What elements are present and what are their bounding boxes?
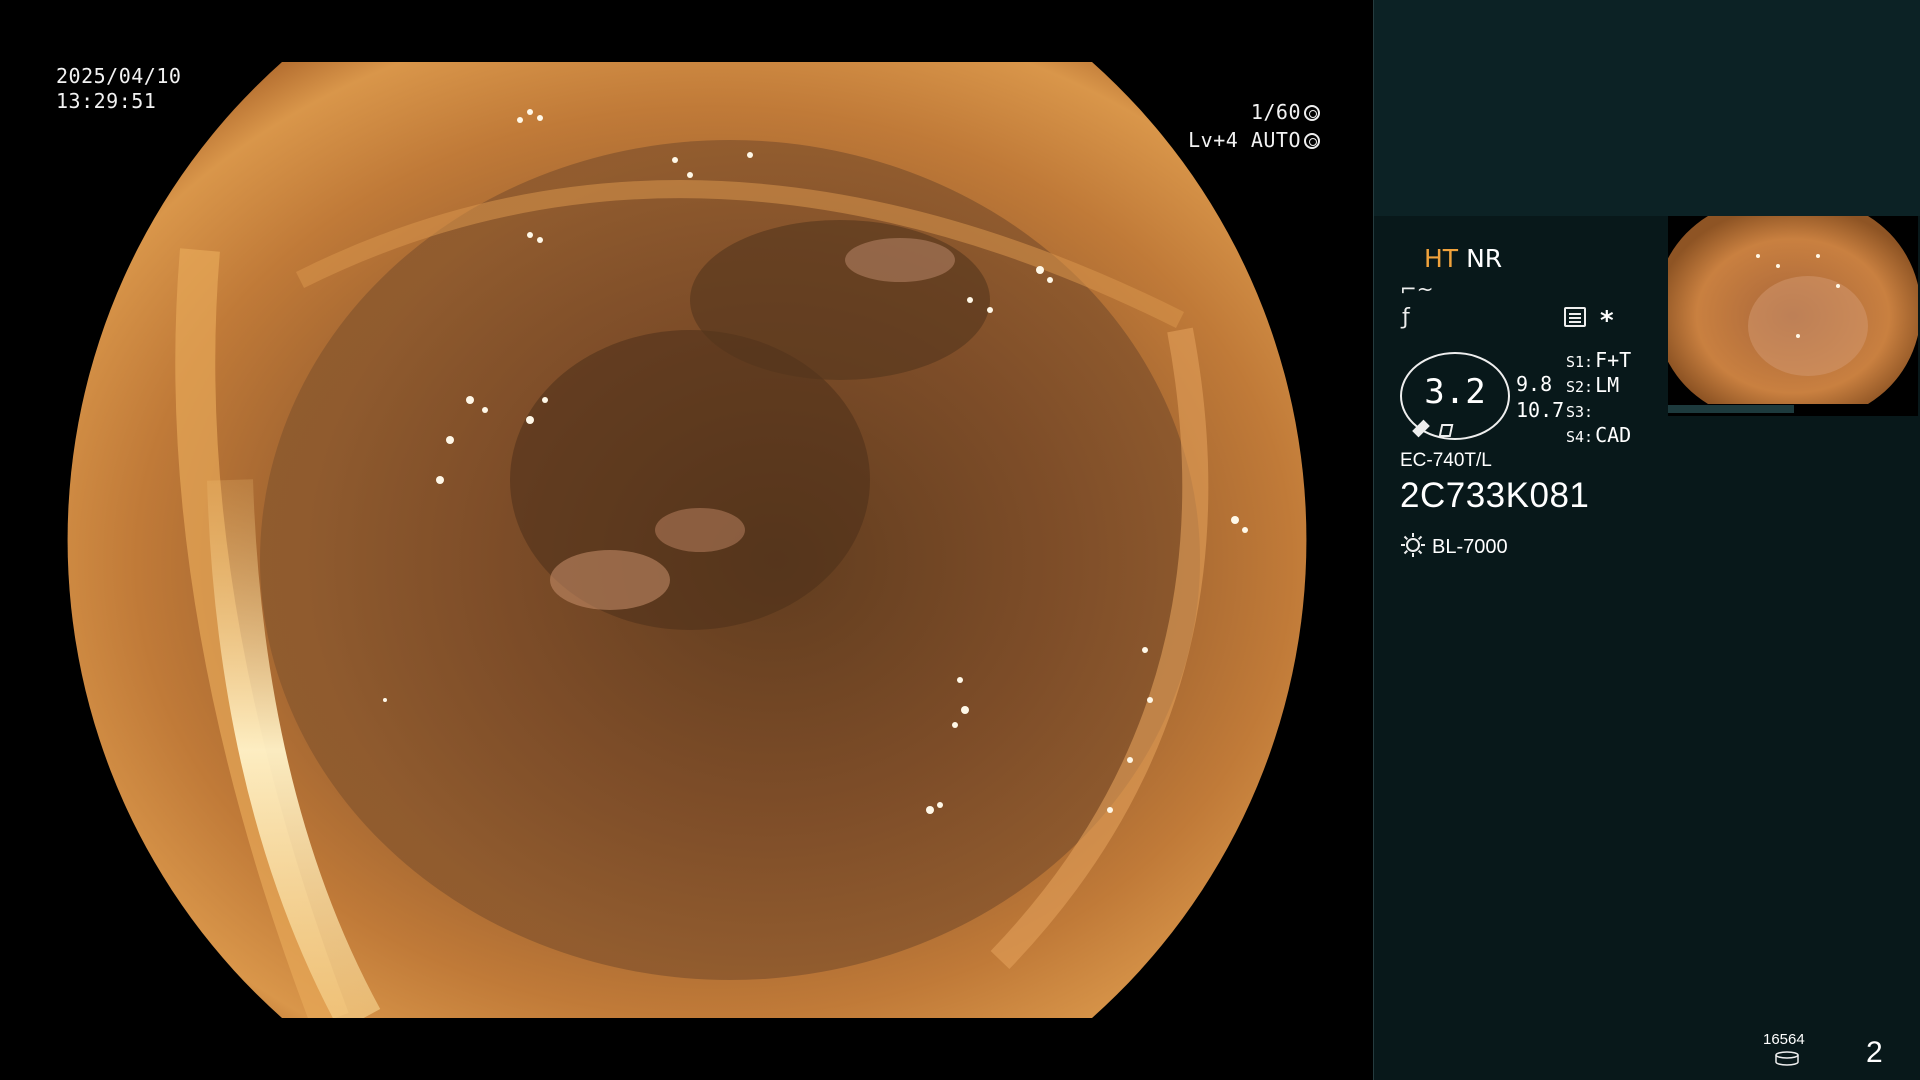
auto-iris-icon: [1304, 133, 1320, 149]
brightness-level: Lv+4: [1188, 128, 1239, 152]
setting-s4: S4: CAD: [1566, 423, 1632, 447]
date-time: 2025/04/10 13:29:51: [56, 64, 181, 114]
thumbnail-image: [1668, 216, 1918, 404]
light-source-label: BL-7000: [1432, 536, 1508, 558]
structure-enhance-icon: ƒ: [1402, 305, 1410, 330]
scope-model: EC-740T/L: [1400, 450, 1492, 471]
edge-enhance-icon: ⌐~: [1400, 277, 1434, 301]
ht-label: HT: [1424, 244, 1459, 273]
value-a: 9.8: [1516, 372, 1553, 396]
brightness-row: Lv+4 AUTO: [1160, 128, 1320, 152]
shutter-row: 1/60: [1180, 100, 1320, 124]
memo-icon: [1564, 307, 1586, 327]
image-count: 16564: [1763, 1031, 1805, 1048]
endoscopy-image: [67, 62, 1307, 1018]
date-text: 2025/04/10: [56, 64, 182, 88]
scope-serial: 2C733K081: [1400, 476, 1590, 515]
value-b: 10.7: [1516, 398, 1565, 422]
asterisk-icon: *: [1600, 306, 1614, 336]
shutter-value: 1/60: [1250, 100, 1301, 124]
time-text: 13:29:51: [56, 89, 157, 113]
thumbnail-bar: [1668, 405, 1794, 413]
iris-mode: AUTO: [1250, 128, 1301, 152]
top-info-area: [1373, 0, 1920, 216]
nr-label: NR: [1466, 244, 1503, 273]
setting-s3: S3:: [1566, 403, 1594, 421]
lamp-icon: [1401, 533, 1425, 557]
page-number: 2: [1866, 1036, 1883, 1069]
setting-s1: S1: F+T: [1566, 348, 1632, 372]
image-mode-row: HT NR: [1424, 244, 1502, 273]
capture-thumbnail[interactable]: [1668, 216, 1918, 416]
shutter-icon: [1304, 105, 1320, 121]
zoom-value: 3.2: [1424, 372, 1486, 412]
endoscopy-view: 2025/04/10 13:29:51 1/60 Lv+4 AUTO: [0, 0, 1373, 1080]
disk-icon: [1775, 1051, 1799, 1066]
setting-s2: S2: LM: [1566, 373, 1620, 397]
light-source-row: BL-7000: [1400, 532, 1508, 559]
